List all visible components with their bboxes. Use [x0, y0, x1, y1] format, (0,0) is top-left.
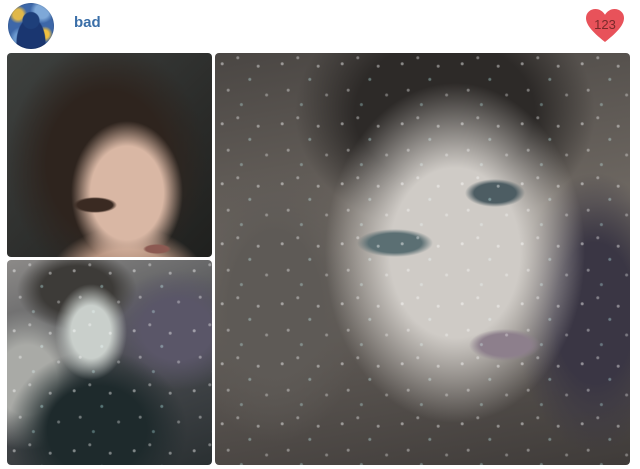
speckle-texture — [215, 53, 630, 465]
user-avatar[interactable] — [8, 3, 54, 49]
username-link[interactable]: bad — [74, 14, 101, 32]
post-header: bad 123 — [0, 0, 640, 50]
original-portrait-image[interactable] — [7, 53, 212, 257]
speckle-texture — [7, 260, 212, 465]
style-reference-image[interactable] — [7, 260, 212, 465]
like-button[interactable]: 123 — [585, 8, 625, 44]
like-count: 123 — [594, 17, 616, 32]
stylized-result-image[interactable] — [215, 53, 630, 465]
